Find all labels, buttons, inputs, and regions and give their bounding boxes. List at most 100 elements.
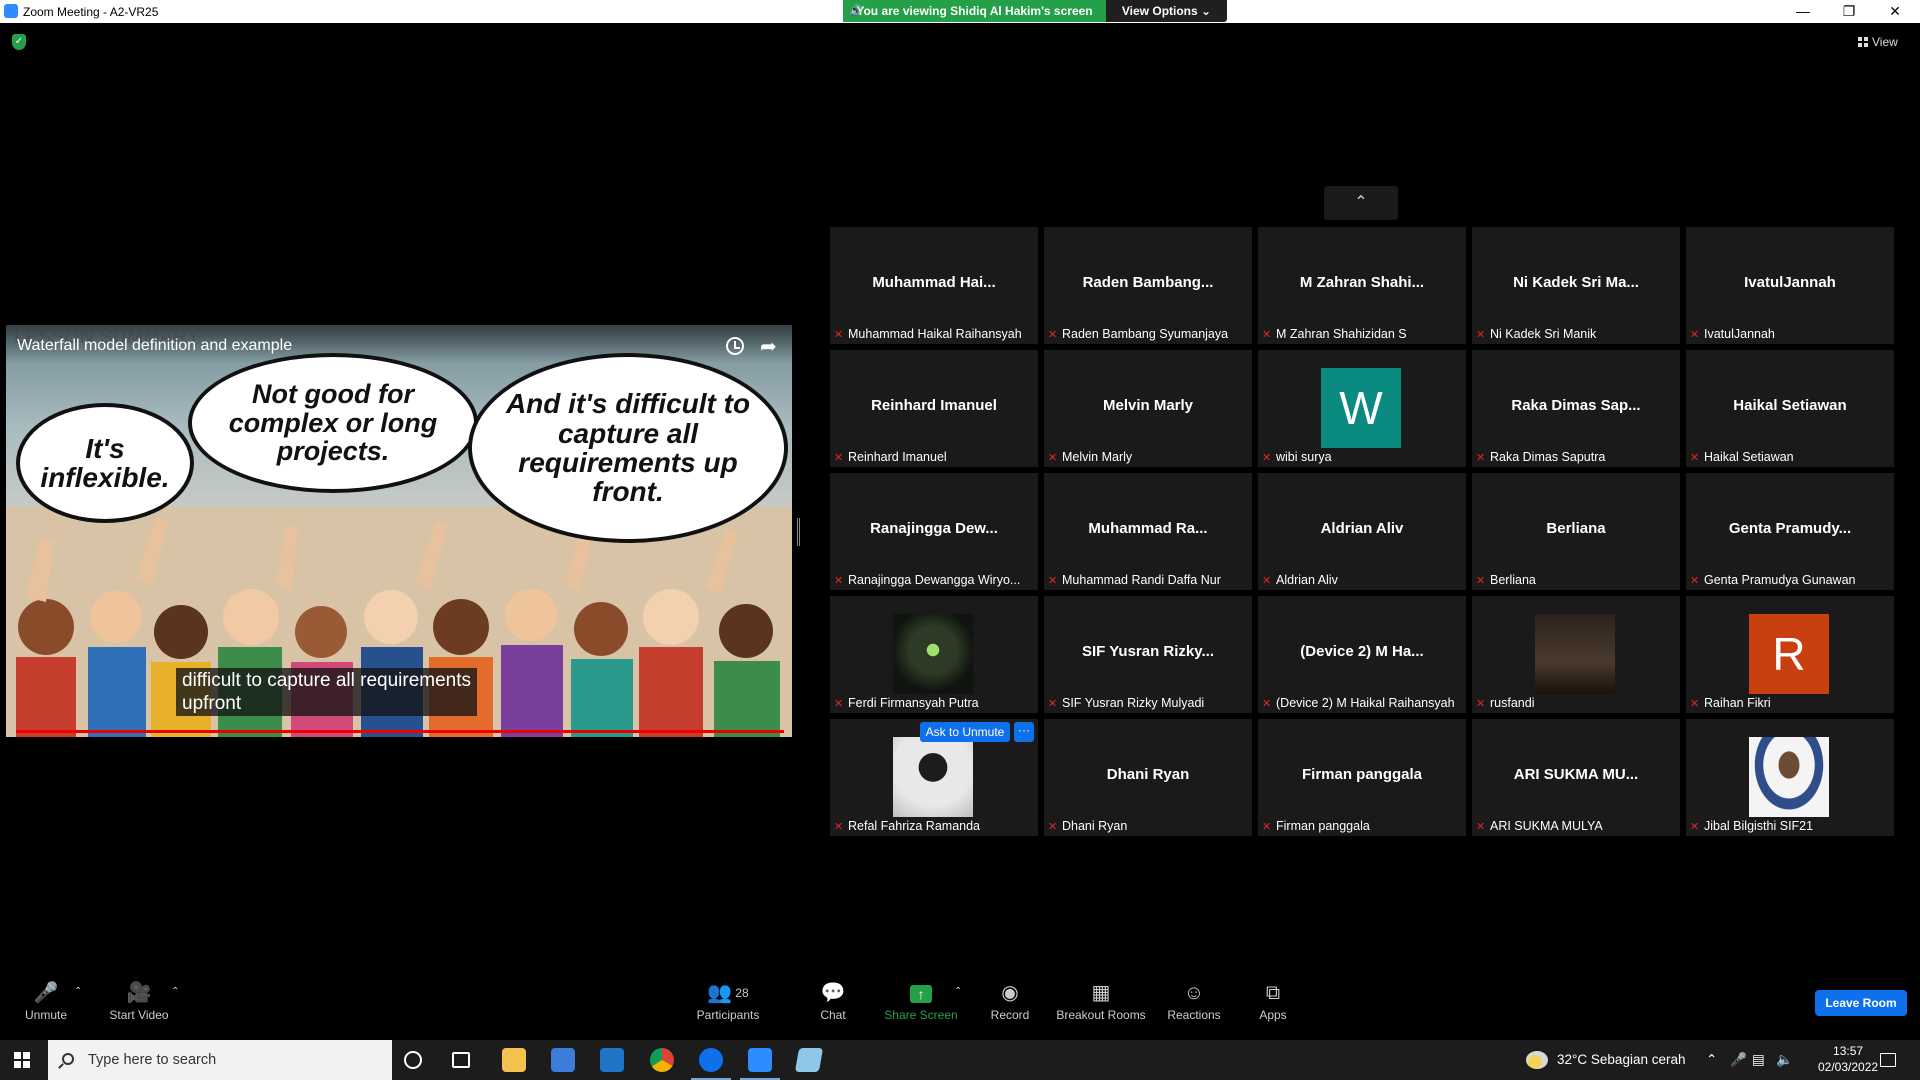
weather-text[interactable]: 32°C Sebagian cerah	[1557, 1052, 1686, 1067]
microsoft-store-icon[interactable]	[551, 1048, 575, 1072]
participant-tile[interactable]: Berliana ✕ Berliana	[1472, 473, 1680, 590]
participant-name-label: ✕ wibi surya	[1262, 450, 1462, 464]
windows-taskbar: Type here to search 32°C Sebagian cerah …	[0, 1040, 1920, 1080]
participant-full-name: ARI SUKMA MULYA	[1490, 819, 1603, 833]
minimize-button[interactable]: —	[1780, 0, 1826, 23]
participant-full-name: IvatulJannah	[1704, 327, 1775, 341]
share-screen-button[interactable]: ↑ Share Screen	[882, 982, 960, 1022]
participant-name-label: ✕ Jibal Bilgisthi SIF21	[1690, 819, 1890, 833]
participant-tile[interactable]: Aldrian Aliv ✕ Aldrian Aliv	[1258, 473, 1466, 590]
record-button[interactable]: ◉ Record	[984, 982, 1036, 1022]
participant-tile[interactable]: IvatulJannah ✕ IvatulJannah	[1686, 227, 1894, 344]
participant-tile[interactable]: ✕ Ferdi Firmansyah Putra	[830, 596, 1038, 713]
notifications-icon[interactable]	[1880, 1053, 1896, 1067]
participants-button[interactable]: 👥 28 Participants	[690, 982, 766, 1022]
participant-tile[interactable]: Reinhard Imanuel ✕ Reinhard Imanuel	[830, 350, 1038, 467]
participant-display-name: Ni Kadek Sri Ma...	[1513, 274, 1639, 291]
show-hidden-icons-chevron-icon[interactable]: ⌃	[1706, 1052, 1717, 1068]
participant-tile[interactable]: Muhammad Hai... ✕ Muhammad Haikal Raihansy…	[830, 227, 1038, 344]
video-options-caret[interactable]: ⌃	[171, 986, 179, 997]
participant-display-name: Dhani Ryan	[1106, 766, 1190, 783]
muted-mic-icon: ✕	[834, 452, 844, 464]
shared-screen-video[interactable]: LESSON SUMMARY Waterfall model definitio…	[6, 325, 792, 737]
caption-line-2: upfront	[182, 693, 242, 714]
chevron-down-icon: ⌄	[1201, 4, 1212, 18]
apps-button[interactable]: ⧉ Apps	[1250, 982, 1296, 1022]
participant-name-label: ✕ Raden Bambang Syumanjaya	[1048, 327, 1248, 341]
participant-name-label: ✕ Muhammad Randi Daffa Nur	[1048, 573, 1248, 587]
participant-tile[interactable]: Raden Bambang... ✕ Raden Bambang Syumanjay…	[1044, 227, 1252, 344]
participant-video-thumbnail	[893, 737, 973, 817]
participant-tile[interactable]: ✕ rusfandi	[1472, 596, 1680, 713]
taskbar-clock[interactable]: 13:57 02/03/2022	[1818, 1043, 1878, 1075]
network-icon[interactable]: ▤	[1752, 1052, 1765, 1068]
participant-tile[interactable]: M Zahran Shahi... ✕ M Zahran Shahizidan S	[1258, 227, 1466, 344]
volume-icon[interactable]: 🔈	[1776, 1052, 1793, 1068]
encryption-shield-icon[interactable]: ✓	[12, 34, 26, 50]
ask-to-unmute-button[interactable]: Ask to Unmute	[920, 722, 1010, 742]
taskbar-search-box[interactable]: Type here to search	[48, 1040, 392, 1080]
teamviewer-icon[interactable]	[691, 1048, 731, 1080]
participant-display-name: Aldrian Aliv	[1320, 520, 1404, 537]
participant-tile[interactable]: ✕ Jibal Bilgisthi SIF21	[1686, 719, 1894, 836]
start-video-button[interactable]: 🎥 Start Video	[104, 982, 174, 1022]
muted-mic-icon: ✕	[1476, 329, 1486, 341]
participant-tile[interactable]: Melvin Marly ✕ Melvin Marly	[1044, 350, 1252, 467]
reactions-button[interactable]: ☺ Reactions	[1162, 982, 1226, 1022]
chrome-icon[interactable]	[650, 1048, 674, 1072]
file-explorer-icon[interactable]	[502, 1048, 526, 1072]
weather-icon[interactable]	[1526, 1051, 1548, 1069]
splitter-handle[interactable]	[797, 518, 800, 546]
participant-display-name: Genta Pramudy...	[1728, 520, 1852, 537]
microphone-icon[interactable]: 🎤	[1730, 1052, 1747, 1068]
participant-tile[interactable]: Muhammad Ra... ✕ Muhammad Randi Daffa Nur	[1044, 473, 1252, 590]
participant-display-name: Raka Dimas Sap...	[1511, 397, 1641, 414]
participant-name-label: ✕ IvatulJannah	[1690, 327, 1890, 341]
maximize-button[interactable]: ❐	[1826, 0, 1872, 23]
gallery-page-up-button[interactable]: ⌃	[1324, 186, 1398, 220]
participant-tile[interactable]: Firman panggala ✕ Firman panggala	[1258, 719, 1466, 836]
task-view-icon[interactable]	[452, 1052, 470, 1068]
participant-tile[interactable]: R ✕ Raihan Fikri	[1686, 596, 1894, 713]
mail-icon[interactable]	[600, 1048, 624, 1072]
watch-later-icon[interactable]	[726, 337, 744, 355]
participant-full-name: Muhammad Haikal Raihansyah	[848, 327, 1022, 341]
participant-tile[interactable]: ARI SUKMA MU... ✕ ARI SUKMA MULYA	[1472, 719, 1680, 836]
participant-tile[interactable]: Raka Dimas Sap... ✕ Raka Dimas Saputra	[1472, 350, 1680, 467]
audio-options-caret[interactable]: ⌃	[74, 986, 82, 997]
share-options-caret[interactable]: ⌃	[954, 986, 962, 997]
participant-tile[interactable]: Haikal Setiawan ✕ Haikal Setiawan	[1686, 350, 1894, 467]
participant-display-name: ARI SUKMA MU...	[1513, 766, 1639, 783]
participant-name-label: ✕ Berliana	[1476, 573, 1676, 587]
windows-start-icon[interactable]	[14, 1052, 30, 1068]
participant-tile[interactable]: Ranajingga Dew... ✕ Ranajingga Dewangga Wi…	[830, 473, 1038, 590]
caption-line-1: difficult to capture all requirements	[182, 670, 472, 691]
participant-name-label: ✕ Reinhard Imanuel	[834, 450, 1034, 464]
view-options-button[interactable]: View Options ⌄	[1106, 0, 1227, 22]
participant-full-name: Ni Kadek Sri Manik	[1490, 327, 1597, 341]
participant-tile[interactable]: (Device 2) M Ha... ✕ (Device 2) M Haikal R…	[1258, 596, 1466, 713]
video-title: Waterfall model definition and example	[17, 337, 293, 354]
close-button[interactable]: ✕	[1872, 0, 1918, 23]
participant-tile[interactable]: Ni Kadek Sri Ma... ✕ Ni Kadek Sri Manik	[1472, 227, 1680, 344]
leave-room-button[interactable]: Leave Room	[1815, 990, 1907, 1016]
breakout-rooms-button[interactable]: ▦ Breakout Rooms	[1054, 982, 1148, 1022]
participant-tile[interactable]: SIF Yusran Rizky... ✕ SIF Yusran Rizky Mul…	[1044, 596, 1252, 713]
notepad-icon[interactable]	[794, 1048, 824, 1072]
chat-button[interactable]: 💬 Chat	[806, 982, 860, 1022]
reactions-icon: ☺	[1183, 982, 1205, 1004]
reactions-label: Reactions	[1167, 1008, 1221, 1022]
muted-mic-icon: ✕	[1690, 329, 1700, 341]
participant-tile[interactable]: W ✕ wibi surya	[1258, 350, 1466, 467]
participant-tile[interactable]: Genta Pramudy... ✕ Genta Pramudya Gunawan	[1686, 473, 1894, 590]
zoom-taskbar-icon[interactable]	[740, 1048, 780, 1080]
clock-time: 13:57	[1833, 1044, 1864, 1058]
view-button[interactable]: View	[1858, 35, 1898, 49]
video-progress-bar[interactable]	[16, 730, 784, 733]
cortana-icon[interactable]	[404, 1051, 422, 1069]
more-options-button[interactable]: ···	[1014, 722, 1034, 742]
participant-tile[interactable]: Dhani Ryan ✕ Dhani Ryan	[1044, 719, 1252, 836]
unmute-button[interactable]: 🎤 Unmute	[16, 982, 76, 1022]
share-arrow-icon[interactable]: ➦	[760, 334, 777, 359]
muted-mic-icon: ✕	[1262, 452, 1272, 464]
